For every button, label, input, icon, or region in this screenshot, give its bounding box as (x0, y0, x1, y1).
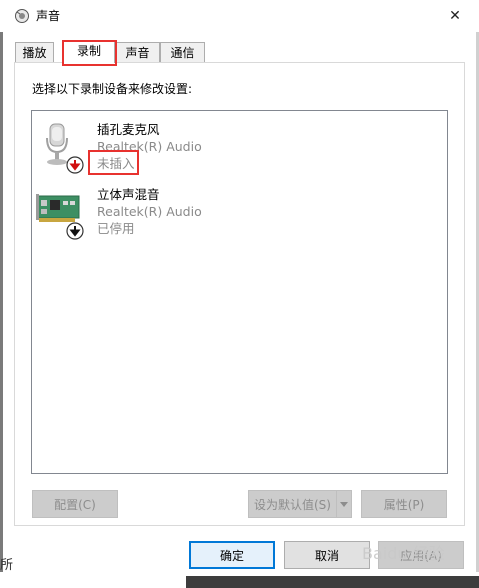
close-icon: ✕ (449, 8, 461, 24)
tab-communications[interactable]: 通信 (160, 42, 205, 63)
tab-label: 播放 (22, 46, 47, 60)
window-title: 声音 (36, 9, 61, 23)
apply-button[interactable]: 应用(A) (378, 541, 464, 569)
tab-playback[interactable]: 播放 (15, 42, 54, 63)
tab-label: 声音 (125, 46, 150, 60)
properties-button[interactable]: 属性(P) (361, 490, 447, 518)
background-text: 所 (0, 558, 14, 573)
device-status: 未插入 (97, 156, 135, 171)
configure-button[interactable]: 配置(C) (32, 490, 118, 518)
set-default-button[interactable]: 设为默认值(S) (248, 490, 336, 518)
device-status: 已停用 (97, 221, 135, 236)
chevron-down-icon (340, 501, 348, 507)
window-left-edge (0, 0, 3, 588)
sound-card-icon (36, 194, 80, 222)
button-label: 取消 (314, 548, 339, 563)
tab-sounds[interactable]: 声音 (115, 42, 160, 63)
button-label: 配置(C) (54, 497, 96, 512)
taskbar-fragment (186, 576, 479, 588)
set-default-dropdown[interactable] (336, 490, 352, 518)
device-driver: Realtek(R) Audio (97, 204, 202, 219)
cancel-button[interactable]: 取消 (284, 541, 370, 569)
unplugged-arrow-icon (66, 156, 84, 174)
tab-label: 录制 (76, 44, 101, 58)
close-button[interactable]: ✕ (440, 2, 470, 30)
tab-label: 通信 (170, 46, 195, 60)
ok-button[interactable]: 确定 (189, 541, 275, 569)
button-label: 应用(A) (400, 548, 442, 563)
button-label: 确定 (219, 548, 244, 563)
tab-recording[interactable]: 录制 (63, 40, 115, 63)
device-list[interactable] (31, 110, 448, 474)
device-driver: Realtek(R) Audio (97, 139, 202, 154)
device-name: 立体声混音 (97, 187, 160, 202)
speaker-icon (14, 8, 30, 24)
instruction-text: 选择以下录制设备来修改设置: (32, 82, 193, 96)
button-label: 设为默认值(S) (254, 497, 331, 512)
disabled-arrow-icon (66, 222, 84, 240)
device-item-stereo-mix[interactable] (36, 192, 84, 226)
button-label: 属性(P) (383, 497, 425, 512)
device-name: 插孔麦克风 (97, 122, 160, 137)
title-bar (0, 0, 479, 32)
